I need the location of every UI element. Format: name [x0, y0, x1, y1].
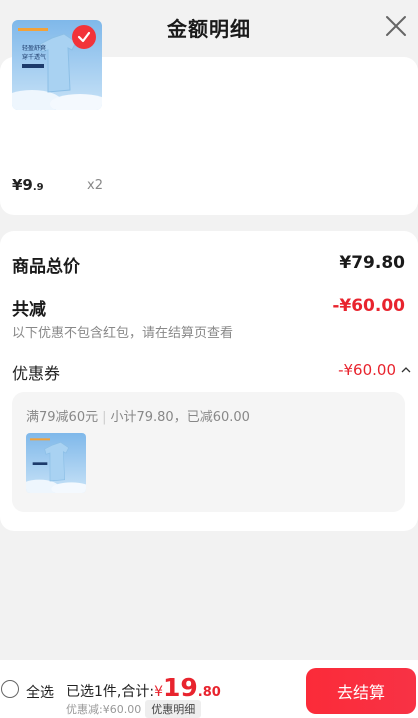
page-title: 金额明细 [167, 16, 251, 41]
tshirt-image [26, 433, 86, 493]
item-checkbox[interactable] [72, 25, 96, 49]
total-int: 19 [163, 673, 198, 702]
total-decimal: .80 [197, 685, 221, 700]
reduction-value: -¥60.00 [332, 296, 405, 316]
coupon-product-image[interactable] [26, 433, 86, 493]
check-icon [77, 31, 91, 43]
coupon-detail: 小计79.80，已减60.00 [110, 410, 250, 425]
goods-total-value: ¥79.80 [339, 253, 405, 273]
image-text-1: 轻盈舒爽 [22, 45, 47, 52]
reduction-label: 共减 [12, 300, 46, 320]
discount-line: 优惠减:¥60.00 优惠明细 [66, 700, 202, 718]
select-all-label[interactable]: 全选 [26, 682, 54, 702]
selected-count-text: 已选1件,合计: [66, 684, 155, 700]
coupon-rule-line: 满79减60元 | 小计79.80，已减60.00 [26, 406, 250, 425]
item-price-row: ¥9.9 x2 [12, 176, 104, 196]
bottom-bar: 全选 已选1件,合计:¥19.80 优惠减:¥60.00 优惠明细 去结算 [0, 660, 418, 718]
total-summary: 已选1件,合计:¥19.80 [66, 673, 221, 703]
coupon-value: -¥60.00 [338, 361, 396, 379]
image-text-2: 穿千透气 [22, 54, 47, 61]
reduction-note: 以下优惠不包含红包，请在结算页查看 [12, 326, 234, 341]
coupon-toggle[interactable]: -¥60.00 [338, 361, 412, 379]
coupon-detail-box: 满79减60元 | 小计79.80，已减60.00 [12, 392, 405, 512]
goods-total-label: 商品总价 [12, 257, 80, 277]
item-price: ¥9.9 [12, 176, 44, 194]
coupon-rule: 满79减60元 [26, 410, 99, 425]
chevron-up-icon [401, 367, 411, 373]
total-currency: ¥ [154, 684, 163, 700]
close-icon [386, 16, 406, 36]
close-button[interactable] [384, 14, 408, 38]
discount-text: 优惠减:¥60.00 [66, 703, 142, 716]
item-quantity: x2 [87, 178, 103, 193]
item-price-main: ¥9 [12, 176, 33, 194]
coupon-label: 优惠券 [12, 364, 61, 383]
item-price-decimal: .9 [32, 182, 44, 193]
checkout-button[interactable]: 去结算 [306, 668, 416, 714]
select-all-radio[interactable] [1, 680, 19, 698]
divider: | [102, 410, 107, 425]
discount-detail-button[interactable]: 优惠明细 [145, 700, 202, 718]
